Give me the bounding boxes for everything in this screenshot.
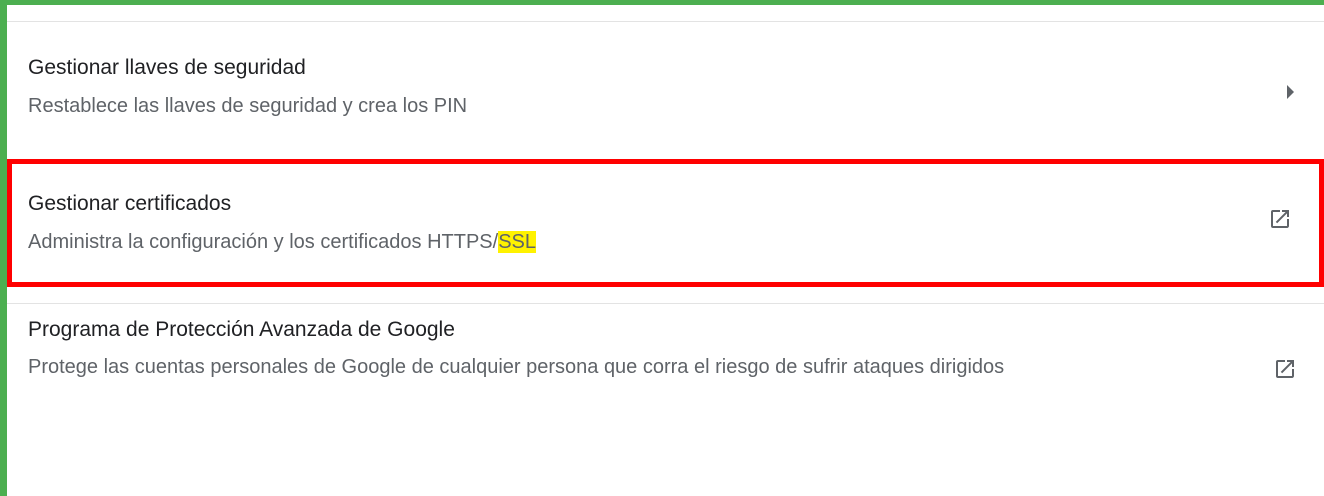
row-description-text: Administra la configuración y los certif… [28,231,499,253]
chevron-right-icon [1287,85,1294,99]
manage-certificates-row[interactable]: Gestionar certificados Administra la con… [7,159,1324,287]
row-divider [7,303,1324,304]
top-divider [7,21,1324,22]
advanced-protection-row[interactable]: Programa de Protección Avanzada de Googl… [7,317,1324,457]
row-title: Gestionar llaves de seguridad [28,56,306,79]
open-in-new-icon[interactable] [1268,207,1292,231]
settings-panel: Gestionar llaves de seguridad Restablece… [0,0,1324,496]
row-title: Gestionar certificados [28,192,232,215]
manage-security-keys-row[interactable]: Gestionar llaves de seguridad Restablece… [7,55,1324,147]
row-description: Restablece las llaves de seguridad y cre… [28,95,468,117]
open-in-new-icon[interactable] [1273,357,1297,381]
row-description: Protege las cuentas personales de Google… [28,356,1005,378]
row-title: Programa de Protección Avanzada de Googl… [28,318,455,341]
search-highlight: SSL [498,231,536,253]
row-description: Administra la configuración y los certif… [28,225,1319,259]
